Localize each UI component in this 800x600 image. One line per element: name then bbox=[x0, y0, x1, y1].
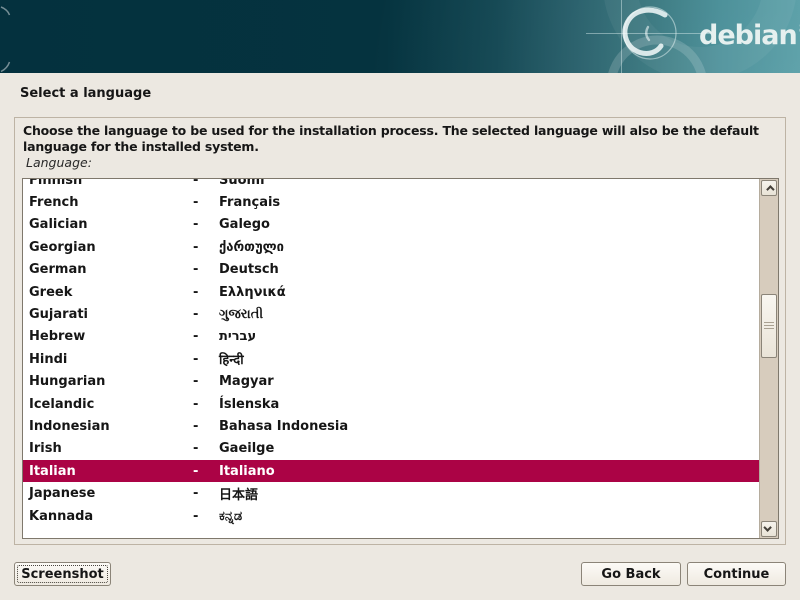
language-native-name: Galego bbox=[219, 217, 759, 232]
continue-button-label: Continue bbox=[704, 567, 770, 582]
language-row[interactable]: Greek-Ελληνικά bbox=[23, 281, 759, 303]
language-native-name: 日本語 bbox=[219, 484, 759, 503]
language-separator: - bbox=[193, 374, 219, 389]
scroll-up-button[interactable] bbox=[761, 180, 777, 196]
language-native-name: Gaeilge bbox=[219, 441, 759, 456]
page-title: Select a language bbox=[20, 86, 151, 101]
go-back-button[interactable]: Go Back bbox=[581, 562, 681, 586]
language-english-name: Galician bbox=[29, 217, 193, 232]
language-row[interactable]: Indonesian-Bahasa Indonesia bbox=[23, 415, 759, 437]
language-list: Finnish-SuomiFrench-FrançaisGalician-Gal… bbox=[22, 178, 779, 539]
language-english-name: Hindi bbox=[29, 352, 193, 367]
language-english-name: Icelandic bbox=[29, 397, 193, 412]
language-english-name: Georgian bbox=[29, 240, 193, 255]
language-native-name: हिन्दी bbox=[219, 350, 759, 368]
vertical-scrollbar[interactable] bbox=[759, 179, 778, 538]
language-english-name: Hungarian bbox=[29, 374, 193, 389]
go-back-button-label: Go Back bbox=[601, 567, 660, 582]
language-separator: - bbox=[193, 329, 219, 344]
continue-button[interactable]: Continue bbox=[687, 562, 786, 586]
language-row[interactable]: Georgian-ქართული bbox=[23, 236, 759, 258]
language-field-label: Language: bbox=[26, 155, 92, 170]
screenshot-button-label: Screenshot bbox=[21, 567, 104, 582]
language-english-name: Greek bbox=[29, 285, 193, 300]
language-native-name: ગુજરાતી bbox=[219, 307, 759, 322]
language-native-name: Suomi bbox=[219, 179, 759, 188]
language-row[interactable]: Hindi-हिन्दी bbox=[23, 348, 759, 370]
chevron-down-icon bbox=[763, 523, 771, 531]
language-english-name: Gujarati bbox=[29, 307, 193, 322]
language-separator: - bbox=[193, 179, 219, 188]
language-native-name: Magyar bbox=[219, 374, 759, 389]
dialog-frame: Choose the language to be used for the i… bbox=[14, 117, 786, 545]
language-row[interactable]: Japanese-日本語 bbox=[23, 482, 759, 504]
language-english-name: Japanese bbox=[29, 486, 193, 501]
language-separator: - bbox=[193, 307, 219, 322]
language-native-name: Deutsch bbox=[219, 262, 759, 277]
language-list-viewport: Finnish-SuomiFrench-FrançaisGalician-Gal… bbox=[23, 179, 759, 538]
language-native-name: Íslenska bbox=[219, 397, 759, 412]
language-separator: - bbox=[193, 486, 219, 501]
screenshot-button[interactable]: Screenshot bbox=[14, 562, 111, 586]
chevron-up-icon bbox=[766, 185, 774, 193]
language-native-name: ಕನ್ನಡ bbox=[219, 509, 759, 524]
language-separator: - bbox=[193, 352, 219, 367]
language-native-name: Bahasa Indonesia bbox=[219, 419, 759, 434]
language-english-name: Indonesian bbox=[29, 419, 193, 434]
language-row[interactable]: Gujarati-ગુજરાતી bbox=[23, 303, 759, 325]
language-native-name: ქართული bbox=[219, 240, 759, 255]
language-english-name: Kannada bbox=[29, 509, 193, 524]
scroll-down-button[interactable] bbox=[761, 521, 777, 537]
language-row[interactable]: Italian-Italiano bbox=[23, 460, 759, 482]
scrollbar-thumb[interactable] bbox=[761, 294, 777, 358]
language-separator: - bbox=[193, 217, 219, 232]
language-row[interactable]: Icelandic-Íslenska bbox=[23, 393, 759, 415]
language-separator: - bbox=[193, 397, 219, 412]
language-separator: - bbox=[193, 464, 219, 479]
dialog-description: Choose the language to be used for the i… bbox=[23, 123, 780, 155]
language-english-name: French bbox=[29, 195, 193, 210]
installer-banner: debian8 bbox=[0, 0, 800, 73]
language-native-name: Français bbox=[219, 195, 759, 210]
language-english-name: Hebrew bbox=[29, 329, 193, 344]
language-separator: - bbox=[193, 195, 219, 210]
language-list-rows: Finnish-SuomiFrench-FrançaisGalician-Gal… bbox=[23, 179, 759, 527]
language-row[interactable]: Hebrew-עברית bbox=[23, 326, 759, 348]
language-native-name: עברית bbox=[219, 329, 759, 344]
language-row[interactable]: French-Français bbox=[23, 191, 759, 213]
language-row[interactable]: Kannada-ಕನ್ನಡ bbox=[23, 505, 759, 527]
language-row[interactable]: Irish-Gaeilge bbox=[23, 438, 759, 460]
language-separator: - bbox=[193, 240, 219, 255]
language-row[interactable]: Galician-Galego bbox=[23, 214, 759, 236]
language-separator: - bbox=[193, 509, 219, 524]
language-english-name: Italian bbox=[29, 464, 193, 479]
language-separator: - bbox=[193, 419, 219, 434]
language-row[interactable]: Hungarian-Magyar bbox=[23, 371, 759, 393]
language-native-name: Italiano bbox=[219, 464, 759, 479]
language-native-name: Ελληνικά bbox=[219, 285, 759, 300]
scrollbar-grip-icon bbox=[764, 322, 774, 330]
language-separator: - bbox=[193, 262, 219, 277]
brand-name: debian bbox=[699, 20, 797, 51]
language-separator: - bbox=[193, 441, 219, 456]
debian-swirl-logo-icon bbox=[0, 0, 800, 73]
language-separator: - bbox=[193, 285, 219, 300]
language-row[interactable]: German-Deutsch bbox=[23, 259, 759, 281]
brand-wordmark: debian8 bbox=[699, 16, 800, 49]
language-english-name: German bbox=[29, 262, 193, 277]
language-english-name: Finnish bbox=[29, 179, 193, 188]
language-row[interactable]: Finnish-Suomi bbox=[23, 179, 759, 191]
language-english-name: Irish bbox=[29, 441, 193, 456]
